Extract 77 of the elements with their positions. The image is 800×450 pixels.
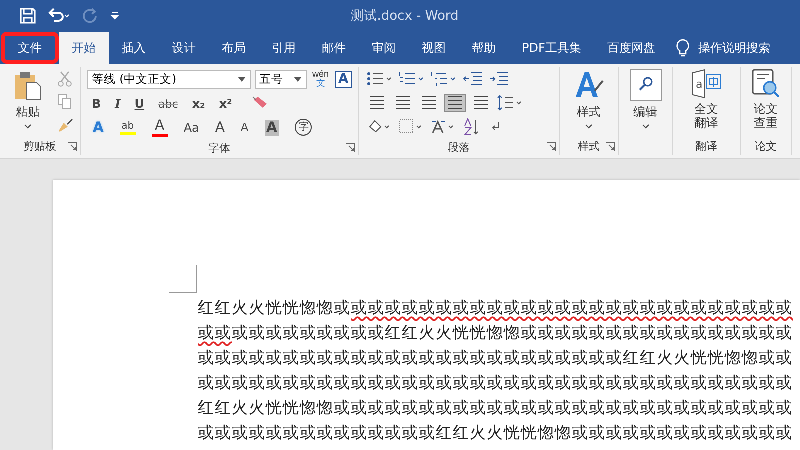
ribbon-tab[interactable]: 审阅 (359, 32, 409, 64)
increase-indent-icon[interactable] (489, 71, 509, 87)
customize-icon[interactable] (110, 10, 120, 22)
font-effect-button[interactable]: Aa (178, 120, 206, 138)
font-effect-button[interactable]: A (87, 120, 110, 138)
styles-button[interactable]: 样式 (569, 67, 609, 137)
ribbon-tab[interactable]: 插入 (109, 32, 159, 64)
dialog-launcher-icon[interactable] (606, 142, 615, 151)
brush-icon[interactable] (58, 117, 74, 133)
margin-corner-mark (169, 265, 197, 293)
line-spacing-icon[interactable] (497, 95, 523, 111)
align-button[interactable] (471, 95, 491, 111)
lightbulb-icon[interactable] (676, 39, 690, 57)
format-button[interactable]: x² (214, 97, 238, 111)
font-effect-button[interactable]: A (209, 120, 231, 138)
phonetic-guide-button[interactable]: wén 文 (310, 70, 332, 88)
font-effect-button[interactable]: A (258, 120, 286, 138)
ribbon-tab[interactable]: PDF工具集 (509, 32, 594, 64)
tell-me-search[interactable]: 操作说明搜索 (698, 40, 770, 56)
sort-icon[interactable] (463, 118, 481, 136)
bullet-list-icon[interactable] (367, 71, 393, 87)
document-text-line: 或或或或或或或或或或或或或或红红火火恍恍惚惚或或或或或或或或或或或或或 (198, 422, 793, 444)
character-border-button[interactable]: A (335, 70, 352, 88)
ribbon-tab[interactable]: 布局 (209, 32, 259, 64)
align-button[interactable] (445, 95, 465, 111)
document-text-line: 或或或或或或或或或或或或或或或或或或或或或或或或或红红火火恍恍惚惚或或 (198, 347, 793, 369)
format-button[interactable]: B (87, 97, 106, 111)
group-label: 翻译 (696, 138, 718, 154)
dialog-launcher-icon[interactable] (346, 143, 355, 152)
ribbon-tab[interactable]: 文件 (1, 32, 59, 64)
clipboard-icon (13, 71, 43, 101)
document-text-line: 红红火火恍恍惚惚或或或或或或或或或或或或或或或或或或或或或或或或或或或 (198, 297, 793, 319)
font-effect-button[interactable]: A (146, 118, 174, 140)
ribbon-tab[interactable]: 开始 (59, 32, 109, 64)
format-button[interactable]: U (130, 97, 150, 111)
group-label: 论文 (755, 138, 777, 154)
multilevel-list-icon[interactable] (431, 71, 457, 87)
dropdown-arrow-icon[interactable] (238, 76, 246, 82)
align-button[interactable] (367, 95, 387, 111)
ribbon-tab[interactable]: 百度网盘 (594, 32, 668, 64)
format-button[interactable]: x₂ (187, 97, 210, 111)
document-text-line: 或或或或或或或或或或或红红火火恍恍惚惚或或或或或或或或或或或或或或或或 (198, 322, 793, 344)
document-text-line: 红红火火恍恍惚惚或或或或或或或或或或或或或或或或或或或或或或或或或或或 (198, 397, 793, 419)
ribbon-tab[interactable]: 帮助 (459, 32, 509, 64)
font-effect-button[interactable]: ab (114, 120, 142, 138)
ribbon-tab[interactable]: 视图 (409, 32, 459, 64)
editing-button[interactable]: 编辑 (626, 67, 666, 155)
dialog-launcher-icon[interactable] (547, 142, 556, 151)
font-effect-button[interactable]: A (234, 121, 255, 137)
paste-button[interactable]: 粘贴 (9, 69, 47, 135)
plagiarism-check-button[interactable]: 论文查重 (747, 67, 785, 137)
group-label: 样式 (578, 138, 600, 154)
search-icon (630, 69, 662, 101)
ribbon-tab[interactable]: 引用 (259, 32, 309, 64)
caret-icon (24, 124, 32, 129)
undo-icon[interactable] (48, 8, 70, 24)
numbered-list-icon[interactable] (399, 71, 425, 87)
font-name-dropdown[interactable]: 等线 (中文正文) (87, 70, 251, 88)
font-size-dropdown[interactable]: 五号 (254, 70, 307, 88)
ribbon-tab[interactable]: 邮件 (309, 32, 359, 64)
decrease-indent-icon[interactable] (463, 71, 483, 87)
caret-icon (585, 124, 593, 129)
group-label: 字体 (208, 141, 230, 156)
format-button[interactable]: I (110, 97, 126, 111)
document-text-line: 或或或或或或或或或或或或或或或或或或或或或或或或或或或或或或或或或或或 (198, 372, 793, 394)
dialog-launcher-icon[interactable] (68, 142, 77, 151)
group-label: 剪贴板 (24, 138, 56, 154)
translate-button[interactable]: a 全文翻译 (686, 67, 726, 137)
caret-icon (642, 124, 650, 129)
window-title: 测试.docx - Word (351, 8, 459, 25)
dropdown-arrow-icon[interactable] (294, 76, 302, 82)
document-magnifier-icon (751, 69, 781, 99)
group-label: 段落 (448, 140, 470, 154)
ribbon-tab[interactable]: 设计 (159, 32, 209, 64)
save-icon[interactable] (20, 8, 36, 24)
align-button[interactable] (419, 95, 439, 111)
align-button[interactable] (393, 95, 413, 111)
